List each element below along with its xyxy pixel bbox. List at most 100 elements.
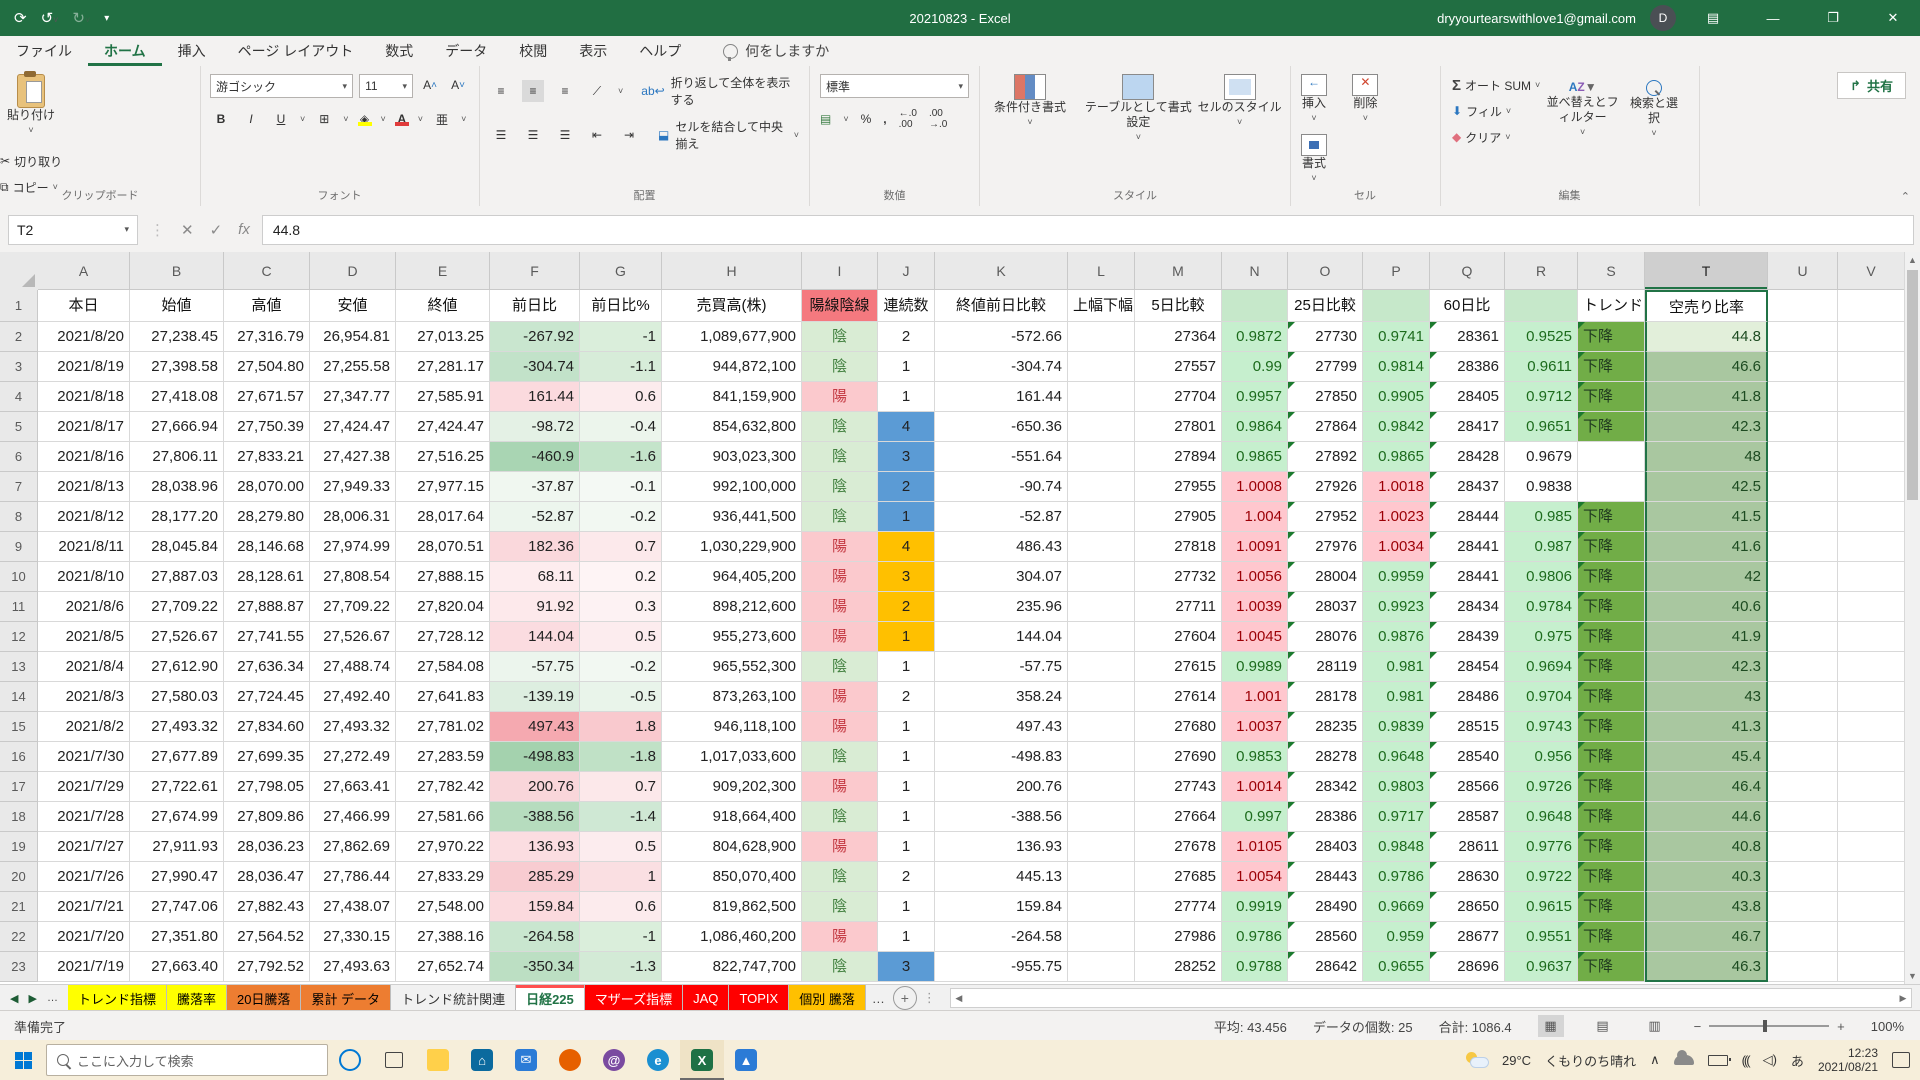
cell-K23[interactable]: -955.75 xyxy=(935,952,1068,982)
cell-R21[interactable]: 0.9615 xyxy=(1505,892,1578,922)
excel-taskbar-icon[interactable]: X xyxy=(680,1040,724,1080)
cell-O3[interactable]: 27799 xyxy=(1288,352,1363,382)
cell-B19[interactable]: 27,911.93 xyxy=(130,832,224,862)
cell-T6[interactable]: 48 xyxy=(1645,442,1768,472)
cell-B9[interactable]: 28,045.84 xyxy=(130,532,224,562)
cell-F16[interactable]: -498.83 xyxy=(490,742,580,772)
cell-U15[interactable] xyxy=(1768,712,1838,742)
cell-A8[interactable]: 2021/8/12 xyxy=(38,502,130,532)
cell-C19[interactable]: 28,036.23 xyxy=(224,832,310,862)
cell-Q3[interactable]: 28386 xyxy=(1430,352,1505,382)
cell-P15[interactable]: 0.9839 xyxy=(1363,712,1430,742)
cell-R2[interactable]: 0.9525 xyxy=(1505,322,1578,352)
cell-T12[interactable]: 41.9 xyxy=(1645,622,1768,652)
cell-F4[interactable]: 161.44 xyxy=(490,382,580,412)
wifi-icon[interactable]: ((( xyxy=(1742,1053,1749,1068)
cell-O6[interactable]: 27892 xyxy=(1288,442,1363,472)
store-icon[interactable]: ⌂ xyxy=(460,1040,504,1080)
cell-I15[interactable]: 陽 xyxy=(802,712,878,742)
cell-N2[interactable]: 0.9872 xyxy=(1222,322,1288,352)
cell-H6[interactable]: 903,023,300 xyxy=(662,442,802,472)
cell-G3[interactable]: -1.1 xyxy=(580,352,662,382)
col-header-I[interactable]: I xyxy=(802,252,878,290)
cell-M10[interactable]: 27732 xyxy=(1135,562,1222,592)
col-header-B[interactable]: B xyxy=(130,252,224,290)
col-header-A[interactable]: A xyxy=(38,252,130,290)
cell-F23[interactable]: -350.34 xyxy=(490,952,580,982)
cell-S22[interactable]: 下降 xyxy=(1578,922,1645,952)
cell-C4[interactable]: 27,671.57 xyxy=(224,382,310,412)
row-header-12[interactable]: 12 xyxy=(0,622,38,652)
delete-cells-button[interactable]: ✕ 削除˅ xyxy=(1341,66,1389,126)
cell-N7[interactable]: 1.0008 xyxy=(1222,472,1288,502)
ribbon-tab-ファイル[interactable]: ファイル xyxy=(0,36,88,66)
cell-A17[interactable]: 2021/7/29 xyxy=(38,772,130,802)
cell-R7[interactable]: 0.9838 xyxy=(1505,472,1578,502)
cell-E7[interactable]: 27,977.15 xyxy=(396,472,490,502)
cell-M11[interactable]: 27711 xyxy=(1135,592,1222,622)
bold-button[interactable]: B xyxy=(210,108,232,130)
cell-T20[interactable]: 40.3 xyxy=(1645,862,1768,892)
row-header-2[interactable]: 2 xyxy=(0,322,38,352)
sheet-tab-個別 騰落[interactable]: 個別 騰落 xyxy=(789,985,866,1011)
cell-P9[interactable]: 1.0034 xyxy=(1363,532,1430,562)
cell-O21[interactable]: 28490 xyxy=(1288,892,1363,922)
row-header-9[interactable]: 9 xyxy=(0,532,38,562)
cell-E23[interactable]: 27,652.74 xyxy=(396,952,490,982)
cell-H10[interactable]: 964,405,200 xyxy=(662,562,802,592)
cell-E19[interactable]: 27,970.22 xyxy=(396,832,490,862)
cut-button[interactable]: ✂ 切り取り xyxy=(0,148,137,174)
merge-center-button[interactable]: ⬓セルを結合して中央揃え˅ xyxy=(658,118,799,152)
sheet-more-right-icon[interactable]: … xyxy=(872,991,885,1006)
cell-E11[interactable]: 27,820.04 xyxy=(396,592,490,622)
col-header-D[interactable]: D xyxy=(310,252,396,290)
cell-K13[interactable]: -57.75 xyxy=(935,652,1068,682)
cell-A12[interactable]: 2021/8/5 xyxy=(38,622,130,652)
zoom-thumb[interactable] xyxy=(1763,1020,1767,1032)
cell-H12[interactable]: 955,273,600 xyxy=(662,622,802,652)
cell-A11[interactable]: 2021/8/6 xyxy=(38,592,130,622)
tab-splitter[interactable]: ⋮ xyxy=(923,990,936,1006)
cell-K8[interactable]: -52.87 xyxy=(935,502,1068,532)
cell-B22[interactable]: 27,351.80 xyxy=(130,922,224,952)
cell-U18[interactable] xyxy=(1768,802,1838,832)
cell-S6[interactable] xyxy=(1578,442,1645,472)
cell-I21[interactable]: 陰 xyxy=(802,892,878,922)
cell-M15[interactable]: 27680 xyxy=(1135,712,1222,742)
comma-icon[interactable]: , xyxy=(883,112,886,126)
start-button[interactable] xyxy=(0,1040,46,1080)
cell-T14[interactable]: 43 xyxy=(1645,682,1768,712)
cell-V4[interactable] xyxy=(1838,382,1905,412)
cell-K10[interactable]: 304.07 xyxy=(935,562,1068,592)
align-left-icon[interactable]: ☰ xyxy=(490,124,512,146)
sheet-prev-icon[interactable]: ◀ xyxy=(10,992,18,1005)
ribbon-tab-挿入[interactable]: 挿入 xyxy=(162,36,222,66)
cell-P13[interactable]: 0.981 xyxy=(1363,652,1430,682)
cell-M9[interactable]: 27818 xyxy=(1135,532,1222,562)
cell-J11[interactable]: 2 xyxy=(878,592,935,622)
col-header-N[interactable]: N xyxy=(1222,252,1288,290)
cell-I17[interactable]: 陽 xyxy=(802,772,878,802)
tell-me-search[interactable]: 何をしますか xyxy=(723,41,829,61)
cell-P18[interactable]: 0.9717 xyxy=(1363,802,1430,832)
cell-P23[interactable]: 0.9655 xyxy=(1363,952,1430,982)
cell-R16[interactable]: 0.956 xyxy=(1505,742,1578,772)
cell-K17[interactable]: 200.76 xyxy=(935,772,1068,802)
sheet-tab-騰落率[interactable]: 騰落率 xyxy=(167,985,227,1011)
cell-F3[interactable]: -304.74 xyxy=(490,352,580,382)
cell-M20[interactable]: 27685 xyxy=(1135,862,1222,892)
cell-H5[interactable]: 854,632,800 xyxy=(662,412,802,442)
cell-L17[interactable] xyxy=(1068,772,1135,802)
cell-U3[interactable] xyxy=(1768,352,1838,382)
row-header-10[interactable]: 10 xyxy=(0,562,38,592)
cell-I18[interactable]: 陰 xyxy=(802,802,878,832)
cell-F9[interactable]: 182.36 xyxy=(490,532,580,562)
font-color-button[interactable]: A xyxy=(394,112,410,126)
sheet-tab-TOPIX[interactable]: TOPIX xyxy=(729,985,789,1011)
cell-A16[interactable]: 2021/7/30 xyxy=(38,742,130,772)
cell-V6[interactable] xyxy=(1838,442,1905,472)
cell-P5[interactable]: 0.9842 xyxy=(1363,412,1430,442)
col-header-F[interactable]: F xyxy=(490,252,580,290)
cell-S17[interactable]: 下降 xyxy=(1578,772,1645,802)
currency-icon[interactable]: ▤ xyxy=(820,112,831,126)
